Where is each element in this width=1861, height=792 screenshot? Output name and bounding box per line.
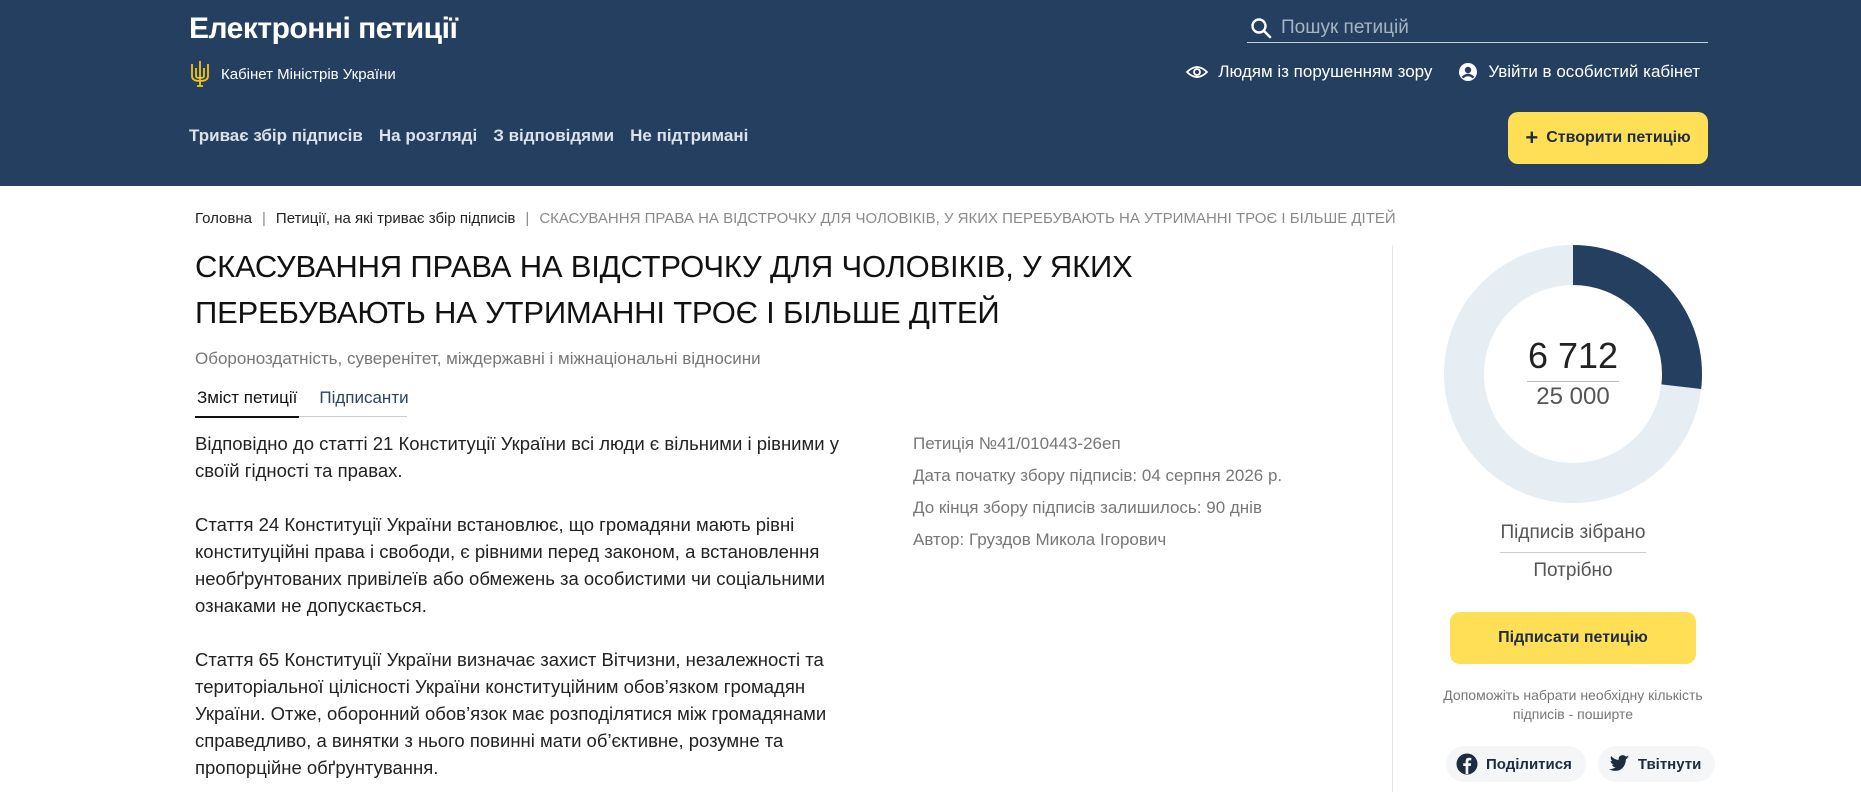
sign-petition-button[interactable]: Підписати петицію xyxy=(1450,612,1696,664)
top-links: Людям із порушенням зору Увійти в особис… xyxy=(1186,62,1700,82)
page-title: СКАСУВАННЯ ПРАВА НА ВІДСТРОЧКУ ДЛЯ ЧОЛОВ… xyxy=(195,249,1133,330)
site-header: Електронні петиції Кабінет Міністрів Укр… xyxy=(0,0,1861,186)
breadcrumb: Головна | Петиції, на які триває збір пі… xyxy=(195,210,1396,227)
sidebar-divider xyxy=(1392,245,1393,792)
count-divider xyxy=(1527,381,1619,382)
search-box xyxy=(1247,14,1708,43)
login-link[interactable]: Увійти в особистий кабінет xyxy=(1458,62,1700,82)
facebook-icon xyxy=(1456,753,1478,775)
signatures-count: 6 712 xyxy=(1527,335,1619,376)
twitter-share-button[interactable]: Твітнути xyxy=(1597,746,1716,782)
petition-number: Петиція №41/010443-26еп xyxy=(913,434,1121,453)
facebook-share-button[interactable]: Поділитися xyxy=(1446,746,1586,782)
search-input[interactable] xyxy=(1281,17,1701,39)
eye-icon xyxy=(1186,66,1209,78)
twitter-share-label: Твітнути xyxy=(1637,755,1702,773)
share-hint: Допоможіть набрати необхідну кількість п… xyxy=(1443,687,1703,722)
stats-divider xyxy=(1500,552,1646,553)
tab-signers[interactable]: Підписанти xyxy=(317,388,410,418)
plus-icon: + xyxy=(1525,125,1539,150)
petition-tabs: Зміст петиції Підписанти xyxy=(195,388,429,418)
create-petition-button[interactable]: + Створити петицію xyxy=(1508,112,1708,164)
petition-author: Автор: Груздов Микола Ігорович xyxy=(913,530,1167,549)
user-icon xyxy=(1459,63,1478,81)
petition-paragraph: Відповідно до статті 21 Конституції Укра… xyxy=(195,433,839,481)
main-nav: Триває збір підписів На розгляді З відпо… xyxy=(189,126,748,146)
trident-icon xyxy=(191,61,209,87)
tab-content[interactable]: Зміст петиції xyxy=(195,388,300,418)
petition-remaining: До кінця збору підписів залишилось: 90 д… xyxy=(913,498,1262,517)
nav-item-answered[interactable]: З відповідями xyxy=(493,126,614,146)
petition-category: Обороноздатність, суверенітет, міждержав… xyxy=(195,349,761,368)
petition-paragraph: Стаття 65 Конституції України визначає з… xyxy=(195,649,827,778)
signatures-target: 25 000 xyxy=(1536,383,1610,410)
needed-label: Потрібно xyxy=(1533,560,1613,581)
petition-start-date: Дата початку збору підписів: 04 серпня 2… xyxy=(913,466,1283,485)
nav-item-rejected[interactable]: Не підтримані xyxy=(630,126,748,146)
breadcrumb-separator: | xyxy=(262,210,266,227)
breadcrumb-section[interactable]: Петиції, на які триває збір підписів xyxy=(276,210,516,227)
petition-paragraph: Стаття 24 Конституції України встановлює… xyxy=(195,514,825,616)
facebook-share-label: Поділитися xyxy=(1486,755,1572,773)
create-petition-label: Створити петицію xyxy=(1546,129,1691,146)
accessibility-label: Людям із порушенням зору xyxy=(1218,62,1433,81)
cabinet-link[interactable]: Кабінет Міністрів України xyxy=(189,60,396,88)
collected-label: Підписів зібрано xyxy=(1500,522,1646,543)
site-title[interactable]: Електронні петиції xyxy=(189,12,458,46)
petition-text: Відповідно до статті 21 Конституції Укра… xyxy=(195,430,865,792)
share-buttons: Поділитися Твітнути xyxy=(1446,746,1716,782)
petition-meta: Петиція №41/010443-26еп Дата початку збо… xyxy=(913,428,1282,556)
breadcrumb-current: СКАСУВАННЯ ПРАВА НА ВІДСТРОЧКУ ДЛЯ ЧОЛОВ… xyxy=(539,210,1396,227)
breadcrumb-home[interactable]: Головна xyxy=(195,210,252,227)
search-icon[interactable] xyxy=(1249,16,1273,40)
login-label: Увійти в особистий кабінет xyxy=(1488,62,1700,81)
cabinet-label: Кабінет Міністрів України xyxy=(221,65,396,83)
nav-item-review[interactable]: На розгляді xyxy=(379,126,477,146)
accessibility-link[interactable]: Людям із порушенням зору xyxy=(1186,62,1432,82)
breadcrumb-separator: | xyxy=(525,210,530,227)
nav-item-collecting[interactable]: Триває збір підписів xyxy=(189,126,363,146)
twitter-icon xyxy=(1608,755,1629,771)
